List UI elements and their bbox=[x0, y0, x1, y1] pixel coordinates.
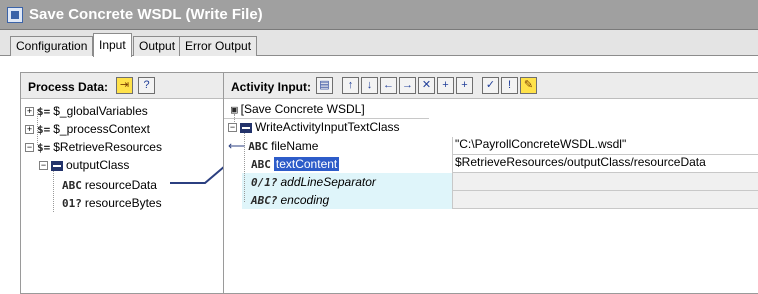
collapse-icon[interactable]: − bbox=[228, 123, 237, 133]
activity-icon: ▣ bbox=[231, 102, 238, 116]
xpath-editor-icon[interactable]: ▤ bbox=[316, 77, 333, 94]
add-icon[interactable]: + bbox=[437, 77, 454, 94]
field-filename[interactable]: ⟵ ABC fileName bbox=[228, 137, 318, 155]
string-optional-icon: ABC? bbox=[251, 193, 278, 207]
field-add-line-separator[interactable]: 0/1? addLineSeparator bbox=[248, 173, 376, 191]
validate-icon[interactable]: ✓ bbox=[482, 77, 499, 94]
field-text-content[interactable]: ABC textContent bbox=[248, 155, 340, 173]
activity-input-title: Activity Input: bbox=[231, 80, 311, 94]
add-line-separator-value-cell[interactable] bbox=[452, 173, 758, 191]
field-encoding[interactable]: ABC? encoding bbox=[248, 191, 329, 209]
move-down-icon[interactable]: ↓ bbox=[361, 77, 378, 94]
errors-icon[interactable]: ! bbox=[501, 77, 518, 94]
move-up-icon[interactable]: ↑ bbox=[342, 77, 359, 94]
move-left-icon[interactable]: ← bbox=[380, 77, 397, 94]
edit-icon[interactable]: ✎ bbox=[520, 77, 537, 94]
delete-icon[interactable]: ✕ bbox=[418, 77, 435, 94]
add-child-icon[interactable]: + bbox=[456, 77, 473, 94]
mapped-arrow-icon: ⟵ bbox=[228, 139, 246, 153]
tree-item-root[interactable]: ▣ [Save Concrete WSDL] bbox=[228, 100, 365, 118]
complex-type-icon bbox=[240, 122, 252, 133]
string-icon: ABC bbox=[251, 157, 271, 171]
activity-input-panel: Activity Input: ▤ ↑ ↓ ← → ✕ + + ✓ ! ✎ ▣[… bbox=[223, 72, 758, 294]
activity-input-grid: ▣ [Save Concrete WSDL] − WriteActivityInpu… bbox=[224, 100, 758, 293]
filename-value-cell[interactable]: "C:\PayrollConcreteWSDL.wsdl" bbox=[452, 137, 758, 155]
tree-item-schema[interactable]: − WriteActivityInputTextClass bbox=[228, 118, 400, 136]
activity-input-header: Activity Input: ▤ ↑ ↓ ← → ✕ + + ✓ ! ✎ bbox=[224, 73, 758, 99]
move-right-icon[interactable]: → bbox=[399, 77, 416, 94]
boolean-optional-icon: 0/1? bbox=[251, 175, 278, 189]
text-content-value-cell[interactable]: $RetrieveResources/outputClass/resourceD… bbox=[452, 155, 758, 173]
encoding-value-cell[interactable] bbox=[452, 191, 758, 209]
string-icon: ABC bbox=[248, 139, 269, 153]
